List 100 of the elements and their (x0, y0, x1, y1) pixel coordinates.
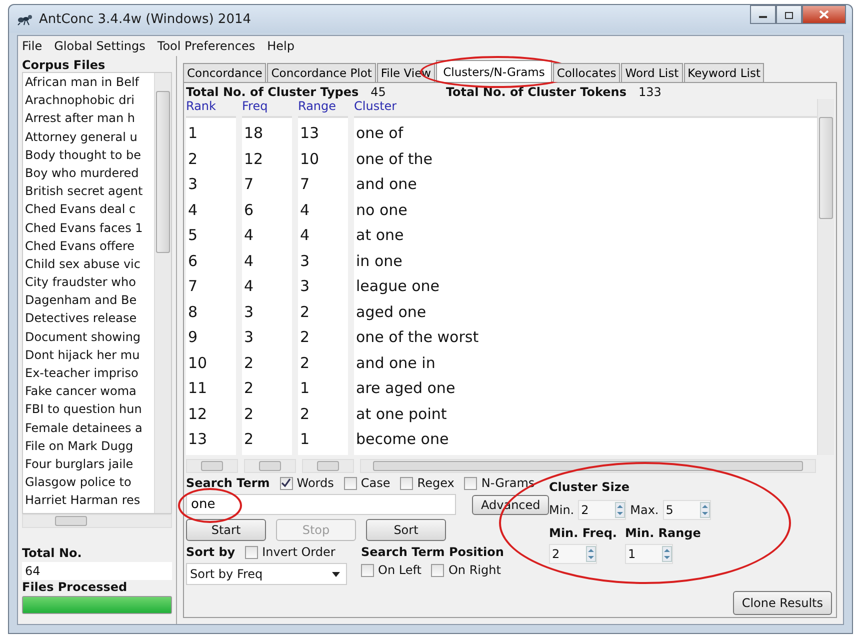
checkbox[interactable]: N-Grams (464, 476, 535, 490)
table-cell-text: 7 (243, 174, 255, 195)
button[interactable]: Sort (366, 519, 446, 541)
sort-label: Sort by (186, 545, 236, 559)
table-cell-text: 4 (187, 200, 199, 220)
close-button[interactable] (802, 5, 846, 24)
tab[interactable]: Collocates (552, 63, 620, 82)
sort-dropdown[interactable]: Sort by Freq (186, 563, 347, 585)
list-item[interactable]: Ched Evans offere (25, 236, 154, 255)
list-item[interactable]: Dagenham and Be (25, 291, 154, 310)
table-cell-text: 2 (243, 404, 255, 424)
progress-label: Files Processed (22, 580, 128, 594)
table-cell-text: 9 (187, 327, 199, 348)
total-label: Total No. (22, 546, 83, 560)
horizontal-scrollbar[interactable] (302, 459, 354, 473)
list-item[interactable]: Ched Evans deal c (25, 200, 154, 218)
close-icon (819, 10, 829, 19)
search-field[interactable]: one (186, 494, 456, 515)
table-cell-text: 12 (243, 148, 264, 170)
list-item[interactable]: FBI to question hun (25, 400, 154, 419)
stat-label: Total No. of Cluster Types (186, 85, 359, 99)
stat-value: 45 (370, 85, 386, 99)
list-item[interactable]: Arrest after man h (25, 109, 154, 128)
table-cell-text: 3 (299, 276, 311, 297)
table-cell-text: 4 (299, 200, 311, 220)
number-field[interactable]: 2 (549, 544, 597, 564)
number-field[interactable]: 1 (624, 544, 673, 564)
menu-item[interactable]: File (22, 39, 42, 53)
list-item[interactable]: Ex-teacher impriso (25, 364, 154, 382)
vertical-scrollbar[interactable] (154, 73, 171, 513)
button[interactable]: Start (186, 519, 266, 541)
tab[interactable]: Word List (621, 63, 683, 82)
list-item[interactable]: Arachnophobic dri (25, 91, 154, 110)
checkbox[interactable]: On Left (361, 563, 422, 577)
table-cell-text: 4 (243, 250, 255, 272)
stat-label: Total No. of Cluster Tokens (446, 85, 626, 99)
list-item[interactable]: Child sex abuse vic (25, 254, 154, 274)
minimize-button[interactable] (750, 5, 776, 24)
spinner-arrows-icon (662, 546, 672, 562)
list-item[interactable]: Ched Evans faces 1 (25, 218, 154, 237)
table-cell-text: 2 (243, 378, 255, 399)
table-cell-text: 3 (299, 250, 311, 272)
table-cell-text: 7 (187, 276, 199, 297)
table-cell-text: and one (355, 174, 418, 195)
stat-value: 133 (638, 85, 662, 99)
list-item[interactable]: Dont hijack her mu (25, 346, 154, 364)
table-cell-text: 1 (299, 378, 311, 399)
table-cell-text: one of (355, 123, 404, 144)
table-cell-text: 2 (243, 429, 255, 450)
tab[interactable]: Clusters/N-Grams (436, 60, 552, 82)
list-item[interactable]: File on Mark Dugg (25, 436, 154, 455)
table-cell-text: 3 (243, 327, 255, 348)
table-cell-text: 2 (299, 302, 311, 322)
checkbox[interactable]: On Right (431, 563, 501, 577)
horizontal-scrollbar[interactable] (22, 514, 172, 528)
list-item[interactable]: Body thought to be (25, 146, 154, 164)
checkbox[interactable]: Regex (400, 476, 454, 490)
table-cell-text: 4 (243, 276, 255, 297)
table-cell-text: 7 (299, 174, 311, 195)
spinner-arrows-icon (586, 546, 596, 562)
menu-item[interactable]: Global Settings (54, 39, 146, 53)
dropdown-arrow-icon (332, 572, 340, 576)
list-item[interactable]: Detectives release (25, 309, 154, 328)
tab[interactable]: Concordance Plot (267, 63, 376, 82)
tab[interactable]: Concordance (183, 63, 266, 82)
table-cell-text: 1 (299, 429, 311, 450)
table-cell-text: 18 (243, 123, 264, 144)
horizontal-scrollbar[interactable] (186, 459, 238, 473)
list-item[interactable]: Female detainees a (25, 418, 154, 437)
panel-heading: Corpus Files (22, 58, 106, 72)
list-item[interactable]: African man in Belf (25, 73, 154, 92)
vertical-scrollbar[interactable] (817, 99, 834, 455)
table-cell-text: 8 (187, 302, 199, 322)
number-field[interactable]: 2 (578, 500, 626, 520)
tab[interactable]: Keyword List (684, 63, 764, 82)
list-item[interactable]: City fraudster who (25, 273, 154, 292)
table-cell-text: 10 (299, 148, 320, 170)
horizontal-scrollbar[interactable] (244, 459, 296, 473)
list-item[interactable]: Harriet Harman res (25, 491, 154, 510)
checkbox[interactable]: Case (344, 476, 390, 490)
list-item[interactable]: Four burglars jaile (25, 454, 154, 474)
list-item[interactable]: Document showing (25, 328, 154, 346)
table-cell-text: 6 (243, 200, 255, 220)
list-item[interactable]: Attorney general u (25, 128, 154, 146)
list-item[interactable]: Boy who murdered (25, 164, 154, 182)
horizontal-scrollbar[interactable] (360, 459, 816, 473)
table-cell-text: 1 (187, 123, 199, 144)
list-item[interactable]: British secret agent (25, 182, 154, 200)
clone-results-button[interactable]: Clone Results (732, 591, 832, 615)
table-cell-text: 6 (187, 250, 199, 272)
max-label: Max. (630, 503, 659, 517)
number-field[interactable]: 5 (662, 500, 711, 520)
list-item[interactable]: Fake cancer woma (25, 382, 154, 400)
menu-item[interactable]: Tool Preferences (157, 39, 256, 53)
checkbox[interactable]: Invert Order (245, 545, 336, 559)
maximize-button[interactable] (776, 5, 802, 24)
list-item[interactable]: Glasgow police to (25, 473, 154, 492)
menu-item[interactable]: Help (267, 39, 294, 53)
table-cell-text: at one point (355, 404, 448, 424)
checkbox[interactable]: Words (280, 476, 334, 490)
